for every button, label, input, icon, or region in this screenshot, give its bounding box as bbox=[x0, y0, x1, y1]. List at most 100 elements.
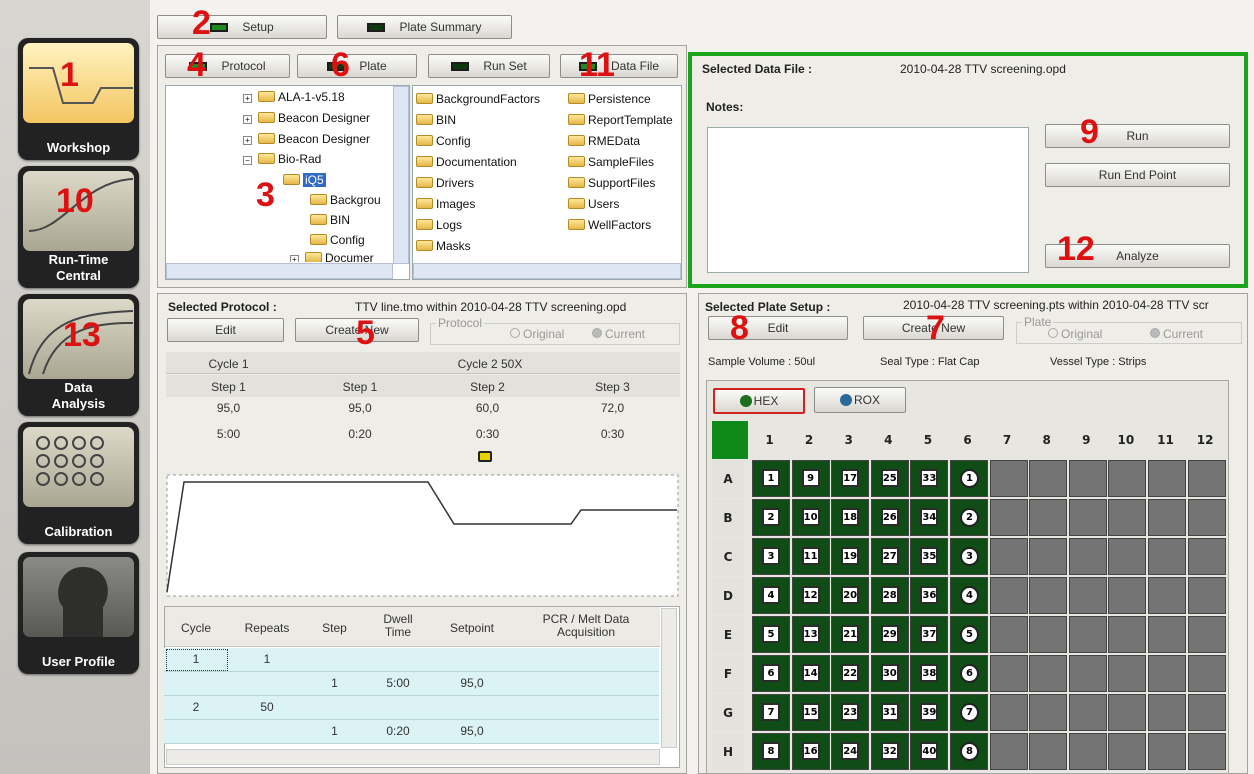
tree-item[interactable]: + ALA-1-v5.18 bbox=[243, 87, 345, 108]
plate-well-empty[interactable] bbox=[1148, 538, 1186, 575]
sidebar-item-calibration[interactable]: Calibration bbox=[18, 422, 139, 544]
plate-well-assigned[interactable]: 15 bbox=[791, 694, 830, 731]
plate-well-assigned[interactable]: 21 bbox=[831, 616, 870, 653]
folder-item[interactable]: Persistence bbox=[568, 89, 680, 110]
plate-well-assigned[interactable]: 17 bbox=[831, 460, 870, 497]
plate-well-empty[interactable] bbox=[1148, 577, 1186, 614]
plate-well-empty[interactable] bbox=[1187, 694, 1226, 731]
plate-well-empty[interactable] bbox=[1108, 538, 1147, 575]
folder-item[interactable]: Images bbox=[416, 194, 540, 215]
plate-well-assigned[interactable]: 3 bbox=[950, 538, 988, 575]
plate-well-assigned[interactable]: 28 bbox=[870, 577, 909, 614]
sidebar-item-user-profile[interactable]: User Profile bbox=[18, 552, 139, 674]
folder-item[interactable]: Documentation bbox=[416, 152, 540, 173]
plate-well-empty[interactable] bbox=[1029, 460, 1068, 497]
tree-item[interactable]: BIN bbox=[310, 210, 350, 231]
tree-item-selected[interactable]: iQ5 bbox=[283, 170, 326, 191]
plate-well-empty[interactable] bbox=[989, 733, 1028, 770]
plate-well-empty[interactable] bbox=[1108, 616, 1147, 653]
table-vertical-scrollbar[interactable] bbox=[661, 608, 677, 748]
plate-well-empty[interactable] bbox=[989, 616, 1028, 653]
run-end-point-button[interactable]: Run End Point bbox=[1045, 163, 1230, 187]
plate-column-header[interactable]: 9 bbox=[1067, 421, 1106, 459]
plate-well-assigned[interactable]: 14 bbox=[791, 655, 830, 692]
plate-column-header[interactable]: 8 bbox=[1027, 421, 1066, 459]
plate-column-header[interactable]: 4 bbox=[869, 421, 908, 459]
plate-well-assigned[interactable]: 12 bbox=[791, 577, 830, 614]
plate-well-assigned[interactable]: 4 bbox=[752, 577, 790, 614]
plate-well-assigned[interactable]: 26 bbox=[870, 499, 909, 536]
plate-well-empty[interactable] bbox=[1068, 577, 1107, 614]
plate-well-assigned[interactable]: 13 bbox=[791, 616, 830, 653]
plate-well-empty[interactable] bbox=[1068, 616, 1107, 653]
plate-well-assigned[interactable]: 24 bbox=[831, 733, 870, 770]
plate-well-empty[interactable] bbox=[989, 694, 1028, 731]
plate-column-header[interactable]: 5 bbox=[908, 421, 947, 459]
plate-well-empty[interactable] bbox=[989, 538, 1028, 575]
plate-well-empty[interactable] bbox=[1148, 733, 1186, 770]
plate-well-assigned[interactable]: 23 bbox=[831, 694, 870, 731]
plate-well-empty[interactable] bbox=[1148, 499, 1186, 536]
folder-list-horizontal-scrollbar[interactable] bbox=[413, 263, 681, 279]
plate-well-empty[interactable] bbox=[1187, 655, 1226, 692]
plate-well-empty[interactable] bbox=[1187, 733, 1226, 770]
folder-item[interactable]: Logs bbox=[416, 215, 540, 236]
plate-well-empty[interactable] bbox=[1108, 733, 1147, 770]
plate-well-empty[interactable] bbox=[1029, 694, 1068, 731]
plate-well-assigned[interactable]: 33 bbox=[910, 460, 949, 497]
plate-well-assigned[interactable]: 22 bbox=[831, 655, 870, 692]
plate-well-empty[interactable] bbox=[1068, 499, 1107, 536]
dye-tab-rox[interactable]: ROX bbox=[814, 387, 906, 413]
plate-well-empty[interactable] bbox=[989, 499, 1028, 536]
folder-item[interactable]: Users bbox=[568, 194, 680, 215]
tab-run-set[interactable]: Run Set bbox=[428, 54, 550, 78]
plate-well-assigned[interactable]: 37 bbox=[910, 616, 949, 653]
plate-well-empty[interactable] bbox=[1068, 460, 1107, 497]
tab-protocol[interactable]: Protocol bbox=[165, 54, 290, 78]
sidebar-item-run-time-central[interactable]: 10 Run-Time Central bbox=[18, 166, 139, 288]
plate-row-header[interactable]: F bbox=[712, 655, 744, 693]
table-horizontal-scrollbar[interactable] bbox=[166, 749, 660, 765]
plate-well-empty[interactable] bbox=[1029, 577, 1068, 614]
plate-well-assigned[interactable]: 11 bbox=[791, 538, 830, 575]
folder-item[interactable]: SampleFiles bbox=[568, 152, 680, 173]
plate-column-header[interactable]: 10 bbox=[1106, 421, 1145, 459]
tree-item[interactable]: + Beacon Designer bbox=[243, 129, 370, 150]
plate-well-empty[interactable] bbox=[1108, 694, 1147, 731]
plate-well-assigned[interactable]: 7 bbox=[752, 694, 790, 731]
folder-item[interactable]: RMEData bbox=[568, 131, 680, 152]
plate-well-assigned[interactable]: 2 bbox=[752, 499, 790, 536]
plate-well-assigned[interactable]: 5 bbox=[950, 616, 988, 653]
plate-column-header[interactable]: 11 bbox=[1146, 421, 1185, 459]
plate-well-assigned[interactable]: 5 bbox=[752, 616, 790, 653]
plate-well-assigned[interactable]: 34 bbox=[910, 499, 949, 536]
tab-plate-summary[interactable]: Plate Summary bbox=[337, 15, 512, 39]
radio-original[interactable]: Original bbox=[1048, 327, 1102, 341]
plate-well-assigned[interactable]: 4 bbox=[950, 577, 988, 614]
plate-well-empty[interactable] bbox=[989, 577, 1028, 614]
tree-item[interactable]: Backgrou bbox=[310, 190, 381, 211]
plate-well-empty[interactable] bbox=[1108, 499, 1147, 536]
plate-well-empty[interactable] bbox=[1068, 655, 1107, 692]
tree-item[interactable]: + Documer bbox=[290, 248, 374, 262]
plate-well-empty[interactable] bbox=[1029, 655, 1068, 692]
plate-column-header[interactable]: 7 bbox=[988, 421, 1027, 459]
plate-well-empty[interactable] bbox=[1187, 616, 1226, 653]
sidebar-item-workshop[interactable]: 1 Workshop bbox=[18, 38, 139, 160]
plate-well-empty[interactable] bbox=[1029, 538, 1068, 575]
plate-well-empty[interactable] bbox=[989, 460, 1028, 497]
plate-well-empty[interactable] bbox=[1029, 616, 1068, 653]
plate-well-assigned[interactable]: 25 bbox=[870, 460, 909, 497]
plate-row-header[interactable]: C bbox=[712, 538, 744, 576]
plate-well-assigned[interactable]: 30 bbox=[870, 655, 909, 692]
folder-item[interactable]: SupportFiles bbox=[568, 173, 680, 194]
plate-well-empty[interactable] bbox=[1068, 733, 1107, 770]
plate-well-empty[interactable] bbox=[1148, 460, 1186, 497]
plate-column-header[interactable]: 2 bbox=[790, 421, 829, 459]
plate-well-empty[interactable] bbox=[1187, 538, 1226, 575]
plate-well-empty[interactable] bbox=[1187, 460, 1226, 497]
folder-item[interactable]: Config bbox=[416, 131, 540, 152]
plate-well-assigned[interactable]: 10 bbox=[791, 499, 830, 536]
folder-item[interactable]: ReportTemplate bbox=[568, 110, 680, 131]
plate-well-empty[interactable] bbox=[1187, 577, 1226, 614]
